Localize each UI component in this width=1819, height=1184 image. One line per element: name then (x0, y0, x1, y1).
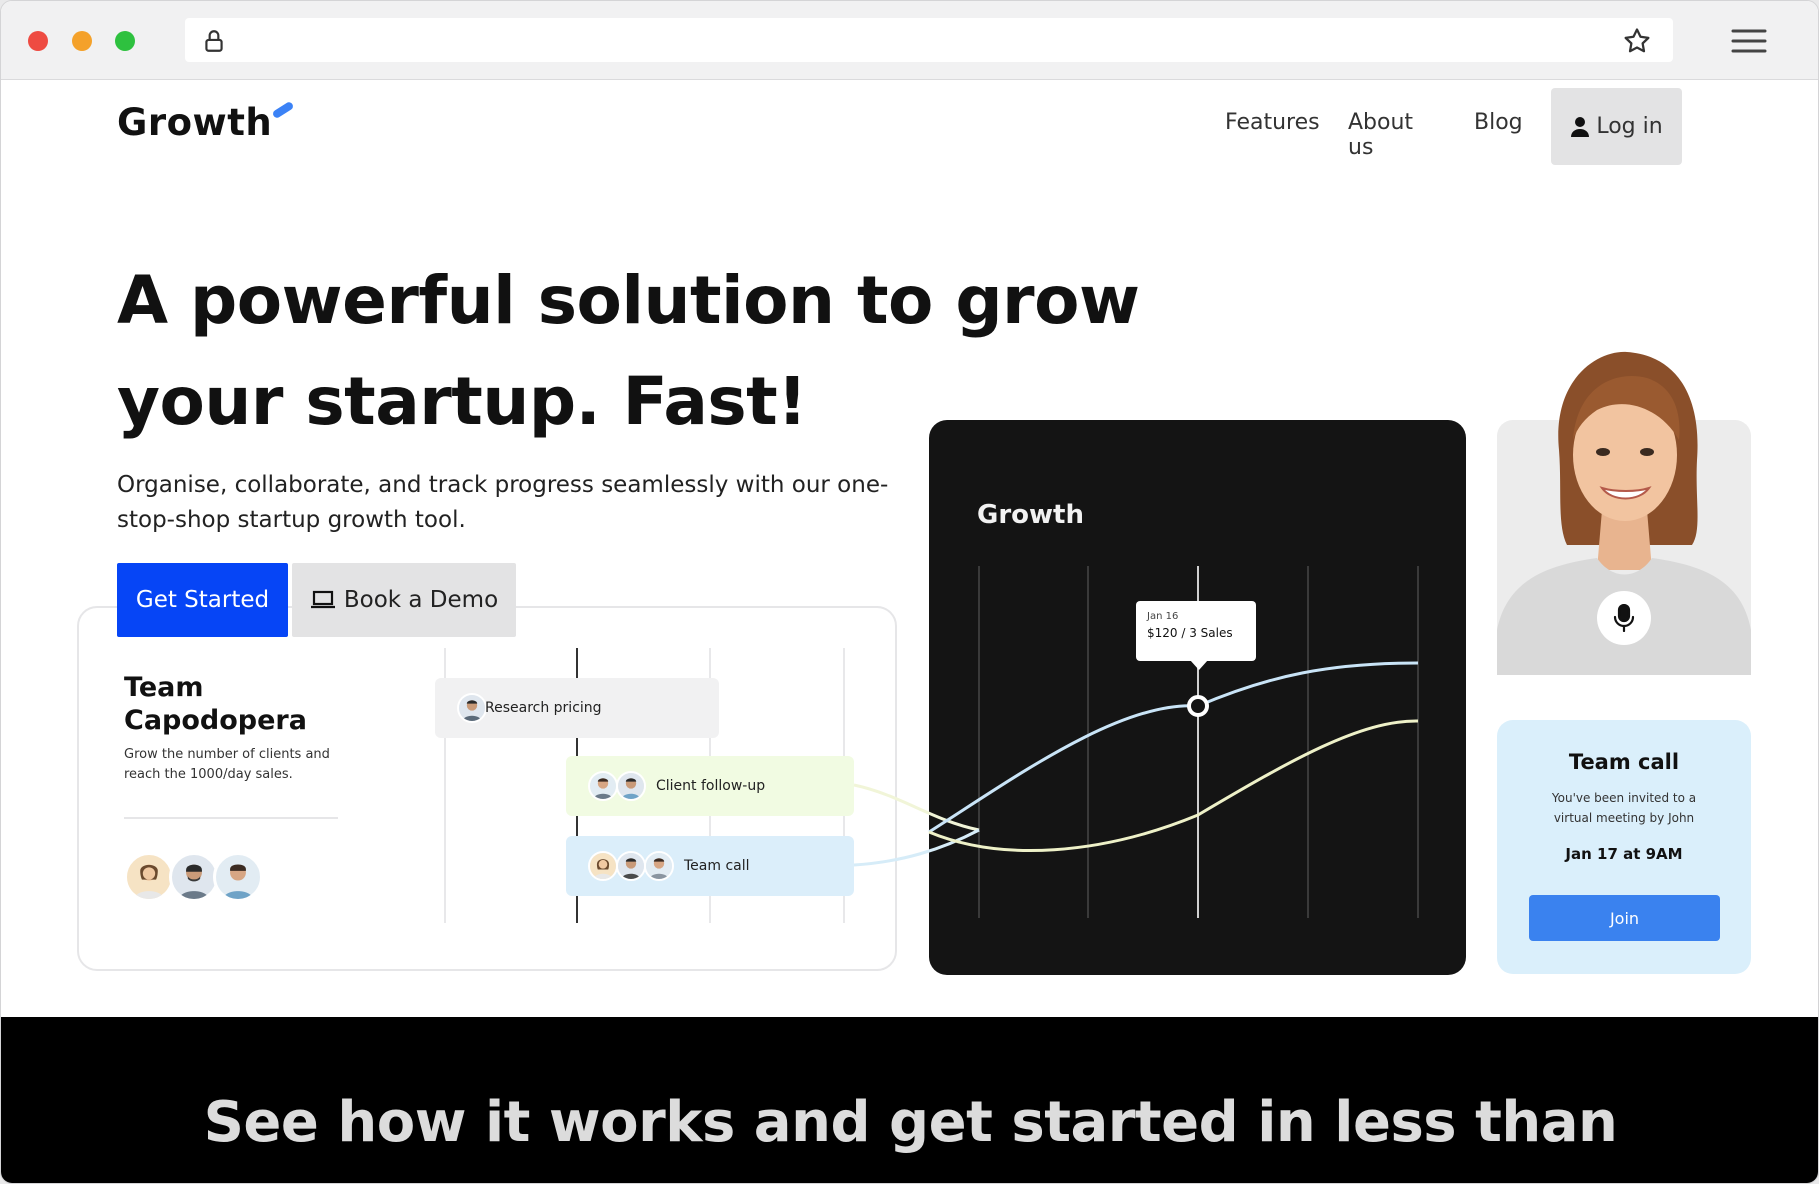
get-started-button[interactable]: Get Started (117, 563, 288, 637)
logo-mark-icon (271, 100, 295, 120)
join-call-button[interactable]: Join (1529, 895, 1720, 941)
nav-link-features[interactable]: Features (1225, 110, 1320, 135)
tooltip-pointer (1190, 660, 1208, 670)
assignee-avatar (457, 693, 487, 723)
address-bar[interactable] (185, 18, 1673, 62)
nav-link-about[interactable]: About us (1348, 110, 1413, 160)
book-demo-button[interactable]: Book a Demo (292, 563, 516, 637)
close-window-button[interactable] (28, 31, 48, 51)
team-avatar (169, 852, 219, 902)
book-demo-label: Book a Demo (343, 587, 499, 613)
man-avatar-icon (646, 853, 672, 879)
browser-window: Growth Features About us Blog Log in A p… (0, 0, 1819, 1184)
woman-avatar-icon (134, 864, 164, 899)
page-content: Growth Features About us Blog Log in A p… (1, 80, 1818, 1183)
team-divider (124, 817, 338, 819)
team-avatar (213, 852, 263, 902)
tooltip-value: $120 / 3 Sales (1147, 626, 1233, 640)
growth-chart-title: Growth (977, 500, 1084, 530)
assignee-avatar (588, 771, 618, 801)
nav-link-blog[interactable]: Blog (1474, 110, 1523, 135)
team-description: Grow the number of clients and reach the… (124, 747, 330, 782)
lock-icon (205, 30, 223, 52)
chart-tooltip: Jan 16 $120 / 3 Sales (1136, 601, 1256, 661)
login-button[interactable]: Log in (1551, 88, 1682, 165)
man-avatar-icon (618, 853, 644, 879)
call-title: Team call (1568, 750, 1680, 774)
brand-logo[interactable]: Growth (117, 101, 272, 144)
man-avatar-icon (590, 773, 616, 799)
man-avatar-icon (459, 695, 485, 721)
team-avatar (124, 852, 174, 902)
woman-avatar-icon (590, 853, 616, 879)
minimize-window-button[interactable] (72, 31, 92, 51)
assignee-avatar (644, 851, 674, 881)
call-description: You've been invited to a virtual meeting… (1551, 791, 1697, 825)
assignee-avatar (588, 851, 618, 881)
user-icon (1571, 116, 1590, 137)
call-time: Jan 17 at 9AM (1565, 845, 1683, 863)
laptop-icon (310, 590, 335, 609)
menu-icon[interactable] (1731, 27, 1767, 55)
tooltip-date: Jan 16 (1147, 611, 1179, 622)
task-client-follow-up[interactable]: Client follow-up (566, 756, 854, 816)
task-label: Client follow-up (656, 778, 766, 794)
man-avatar-icon (618, 773, 644, 799)
microphone-icon (1613, 604, 1635, 632)
browser-toolbar (1, 1, 1818, 80)
team-title: Team Capodopera (124, 672, 307, 736)
microphone-button[interactable] (1597, 591, 1651, 645)
task-team-call[interactable]: Team call (566, 836, 854, 896)
how-it-works-title: See how it works and get started in less… (203, 1090, 1618, 1155)
task-label: Team call (684, 858, 750, 874)
maximize-window-button[interactable] (115, 31, 135, 51)
login-label: Log in (1596, 114, 1663, 139)
man-avatar-icon (179, 864, 209, 899)
task-research-pricing[interactable]: Research pricing (435, 678, 719, 738)
task-label: Research pricing (485, 700, 602, 716)
assignee-avatar (616, 851, 646, 881)
man-avatar-icon (223, 864, 253, 899)
star-icon[interactable] (1622, 26, 1652, 56)
assignee-avatar (616, 771, 646, 801)
hero-subheading: Organise, collaborate, and track progres… (117, 472, 889, 533)
